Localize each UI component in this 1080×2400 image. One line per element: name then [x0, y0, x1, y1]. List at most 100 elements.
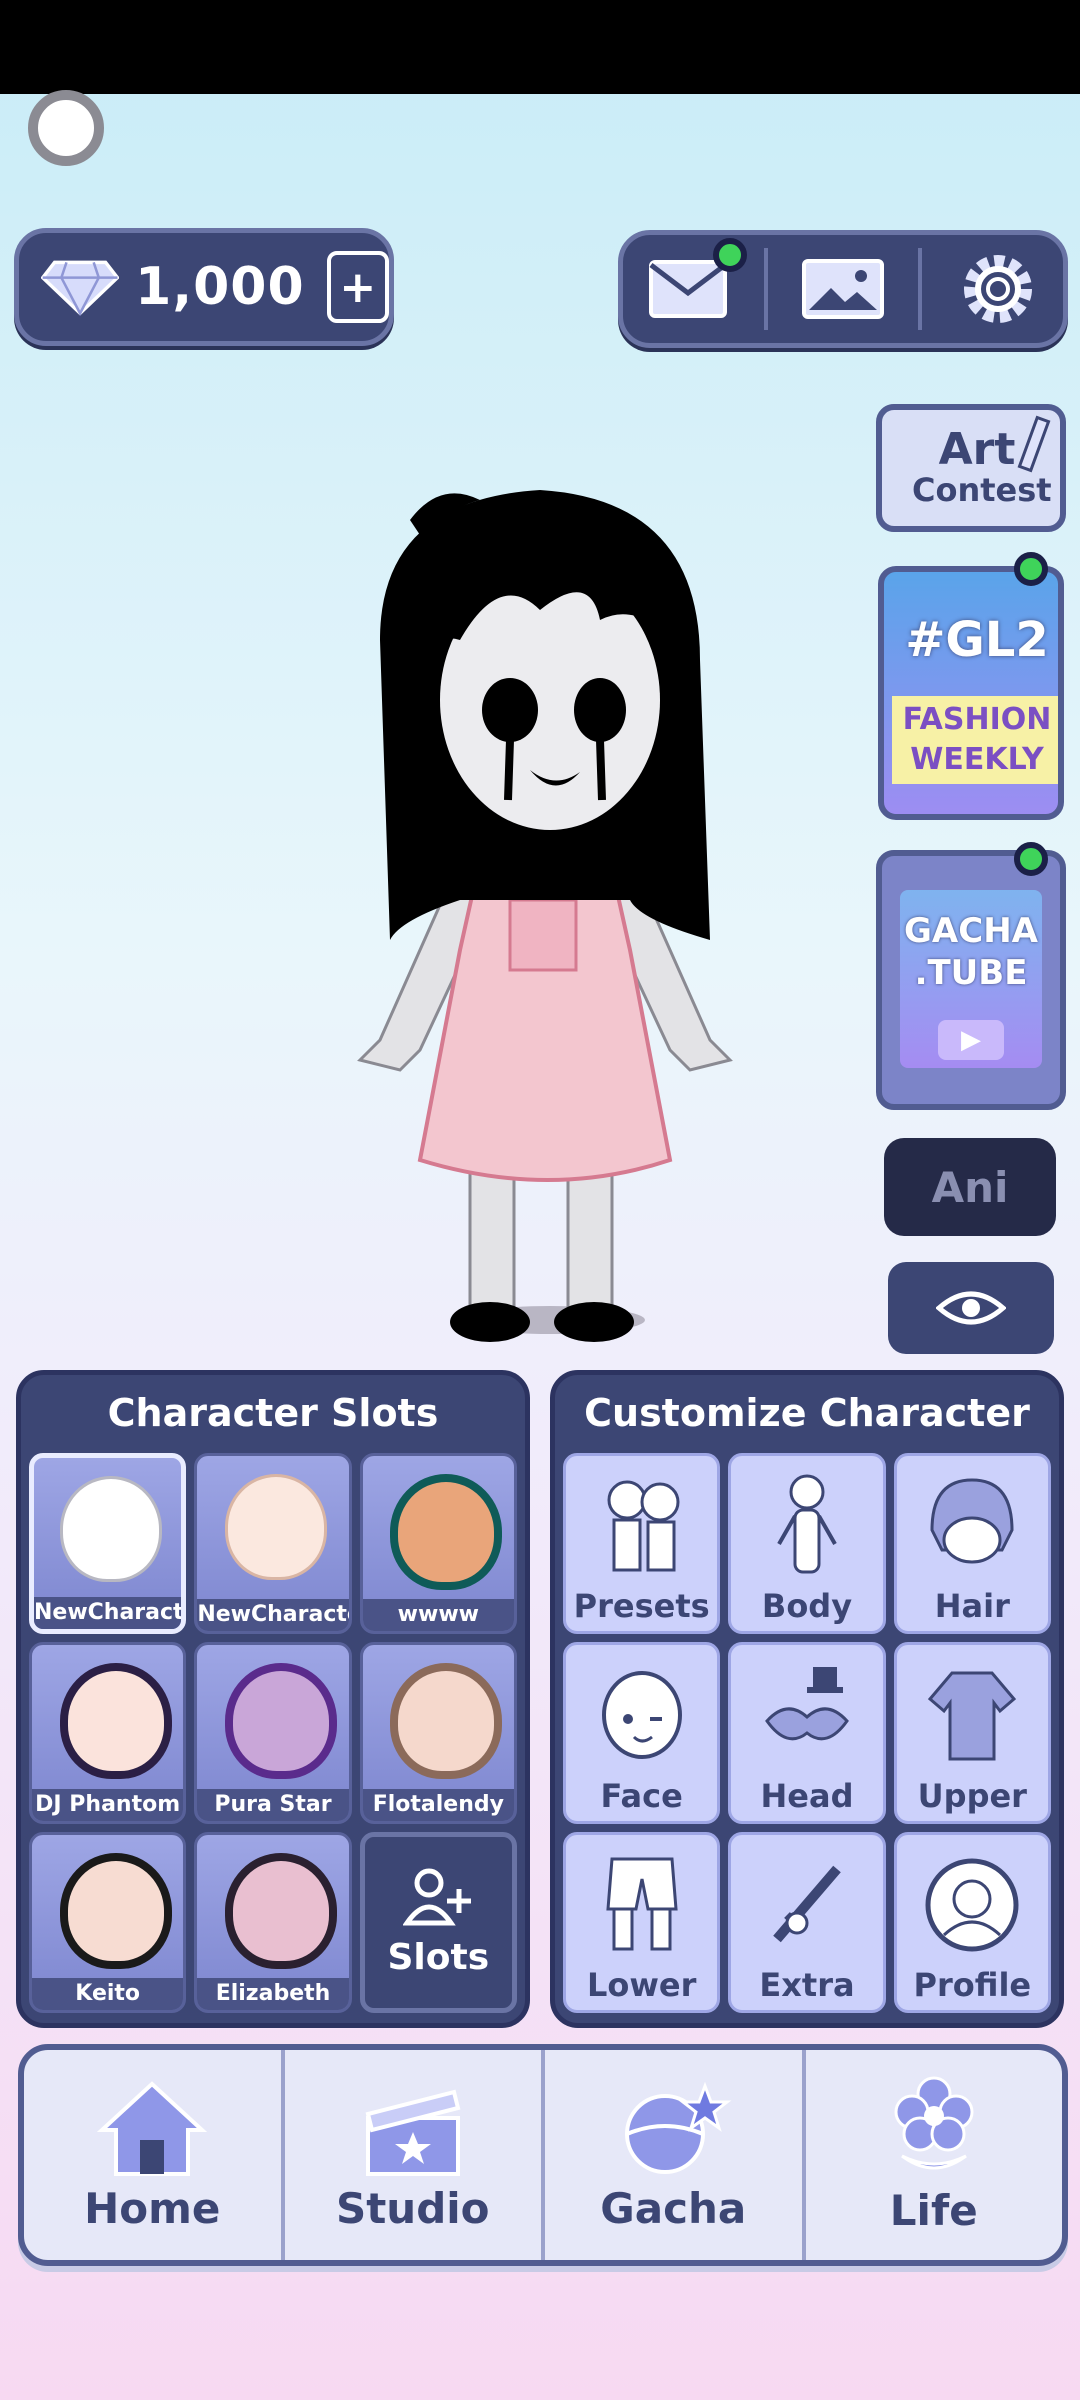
avatar	[390, 1474, 503, 1590]
slot-label: wwww	[362, 1599, 514, 1632]
clapperboard-icon	[365, 2089, 461, 2176]
avatar	[59, 1852, 172, 1969]
nav-gacha[interactable]: Gacha	[541, 2050, 802, 2260]
settings-button[interactable]	[943, 244, 1053, 334]
slot-label: Flotalendy	[362, 1788, 514, 1821]
nav-studio[interactable]: Studio	[280, 2050, 542, 2260]
gl2-line2: WEEKLY	[910, 742, 1044, 777]
avatar	[224, 1852, 337, 1969]
gacha-tube-title: GACHA .TUBE	[900, 910, 1042, 994]
currency-pill: 1,000 +	[14, 228, 394, 346]
top-right-toolbar	[618, 230, 1068, 348]
nav-home[interactable]: Home	[24, 2050, 281, 2260]
customize-character-panel: Customize Character Presets Body Hair Fa…	[550, 1370, 1064, 2028]
ani-button[interactable]: Ani	[884, 1138, 1056, 1236]
add-slots-button[interactable]: Slots	[359, 1831, 517, 2013]
customize-label: Body	[761, 1587, 853, 1626]
diamond-icon	[41, 260, 120, 317]
customize-body-button[interactable]: Body	[728, 1453, 886, 1635]
character-slot[interactable]: NewCharacter	[194, 1453, 352, 1635]
add-user-icon	[403, 1868, 472, 1926]
gl2-line1: FASHION	[902, 702, 1052, 737]
slot-label: Pura Star	[197, 1788, 349, 1821]
art-contest-button[interactable]: Art Contest	[876, 404, 1066, 532]
customize-presets-button[interactable]: Presets	[563, 1453, 721, 1635]
character-slot[interactable]: DJ Phantom	[29, 1642, 187, 1824]
customize-label: Profile	[913, 1965, 1032, 2004]
add-currency-button[interactable]: +	[326, 251, 389, 323]
customize-upper-button[interactable]: Upper	[893, 1642, 1051, 1824]
character-slot[interactable]: Keito	[29, 1831, 187, 2013]
mail-icon	[649, 260, 728, 318]
presets-icon	[607, 1480, 680, 1572]
bottom-navigation: Home Studio Gacha Life	[18, 2044, 1068, 2266]
image-icon	[801, 259, 884, 319]
gacha-capsule-icon	[625, 2081, 732, 2174]
face-icon	[601, 1671, 682, 1760]
slot-label: Keito	[32, 1977, 184, 2010]
gl2-notification-dot	[1014, 552, 1048, 586]
character-preview[interactable]	[340, 480, 760, 1360]
customize-label: Hair	[934, 1587, 1010, 1626]
nav-label: Studio	[335, 2183, 490, 2233]
character-slot[interactable]: wwww	[359, 1453, 517, 1635]
avatar	[224, 1663, 337, 1780]
eye-icon	[936, 1291, 1006, 1325]
toggle-visibility-button[interactable]	[888, 1262, 1054, 1354]
avatar	[59, 1663, 172, 1780]
customize-label: Presets	[573, 1587, 710, 1626]
sword-icon	[773, 1865, 841, 1942]
nav-label: Gacha	[600, 2183, 747, 2233]
profile-icon	[925, 1858, 1019, 1952]
slot-label: Elizabeth	[197, 1977, 349, 2010]
pencil-icon	[1017, 415, 1051, 473]
gallery-button[interactable]	[788, 244, 898, 334]
head-accessory-icon	[765, 1667, 849, 1741]
customize-label: Face	[600, 1776, 683, 1815]
customize-profile-button[interactable]: Profile	[893, 1831, 1051, 2013]
gacha-tube-line2: .TUBE	[914, 953, 1028, 993]
character-slot[interactable]: NewCharacte	[29, 1453, 187, 1635]
customize-head-button[interactable]: Head	[728, 1642, 886, 1824]
status-bar	[0, 0, 1080, 94]
divider	[763, 248, 768, 330]
house-icon	[97, 2080, 208, 2176]
customize-label: Extra	[759, 1965, 855, 2004]
mail-button[interactable]	[633, 238, 748, 334]
customize-lower-button[interactable]: Lower	[563, 1831, 721, 2013]
customize-extra-button[interactable]: Extra	[728, 1831, 886, 2013]
customize-character-title: Customize Character	[584, 1391, 1030, 1435]
gl2-subtitle: FASHION WEEKLY	[892, 696, 1058, 784]
slot-label: NewCharacte	[34, 1597, 182, 1630]
nav-label: Life	[889, 2185, 978, 2235]
character-slot[interactable]: Pura Star	[194, 1642, 352, 1824]
add-slots-label: Slots	[387, 1936, 490, 1978]
play-icon: ▶	[938, 1020, 1004, 1060]
character-slot[interactable]: Elizabeth	[194, 1831, 352, 2013]
mail-notification-dot	[713, 238, 748, 272]
gacha-tube-notification-dot	[1014, 842, 1048, 876]
record-indicator-icon	[28, 90, 104, 166]
character-slots-panel: Character Slots NewCharacte NewCharacter…	[16, 1370, 530, 2028]
customize-hair-button[interactable]: Hair	[893, 1453, 1051, 1635]
hair-icon	[930, 1478, 1014, 1564]
customize-label: Head	[760, 1776, 854, 1815]
gl2-fashion-weekly-button[interactable]: #GL2 FASHION WEEKLY	[878, 566, 1064, 820]
slot-label: DJ Phantom	[32, 1788, 184, 1821]
avatar	[224, 1474, 327, 1580]
gear-icon	[963, 255, 1032, 323]
body-icon	[777, 1474, 837, 1574]
gl2-tag: #GL2	[905, 612, 1049, 668]
avatar	[59, 1476, 162, 1582]
character-slot[interactable]: Flotalendy	[359, 1642, 517, 1824]
flower-icon	[894, 2076, 974, 2169]
currency-amount: 1,000	[135, 257, 305, 317]
gacha-tube-screen: GACHA .TUBE ▶	[900, 890, 1042, 1068]
slot-label: NewCharacter	[197, 1599, 349, 1632]
gacha-tube-button[interactable]: GACHA .TUBE ▶	[876, 850, 1066, 1110]
shorts-icon	[606, 1857, 678, 1951]
nav-life[interactable]: Life	[801, 2050, 1063, 2260]
customize-label: Upper	[917, 1776, 1027, 1815]
nav-label: Home	[84, 2183, 221, 2233]
customize-face-button[interactable]: Face	[563, 1642, 721, 1824]
